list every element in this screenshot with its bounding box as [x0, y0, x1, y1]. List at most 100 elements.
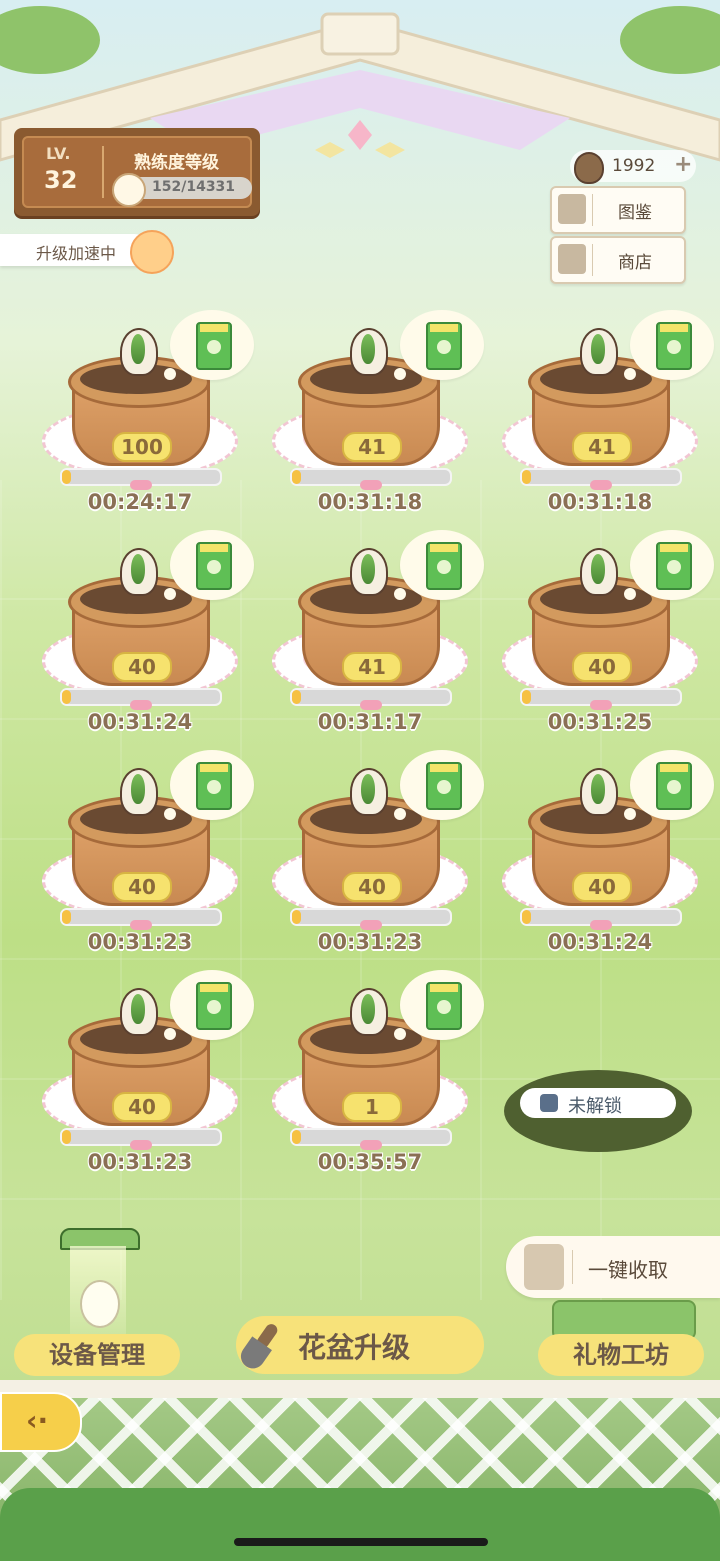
pot-level-badge: 40 [572, 652, 632, 682]
fence-rail [0, 1380, 720, 1398]
pot-level-badge: 40 [112, 652, 172, 682]
growth-timer: 00:31:23 [87, 1150, 193, 1174]
pot-level-badge: 1 [342, 1092, 402, 1122]
shovel-icon [524, 1244, 564, 1290]
flower-pot[interactable]: 40 00:31:24 [502, 750, 714, 958]
growth-timer: 00:31:17 [317, 710, 423, 734]
growth-timer: 00:31:24 [547, 930, 653, 954]
light-bulb-icon [80, 1280, 120, 1328]
growth-progress-fill [522, 690, 532, 704]
seed-packet-icon [426, 322, 462, 370]
ribbon-bow-icon [360, 1140, 382, 1150]
seed-sprout-icon [580, 768, 618, 816]
seed-request-bubble[interactable] [394, 310, 484, 380]
harvest-all-button[interactable]: 一键收取 [506, 1236, 720, 1298]
seed-request-bubble[interactable] [394, 530, 484, 600]
flower-pot[interactable]: 41 00:31:18 [502, 310, 714, 518]
button-divider [592, 194, 593, 226]
back-button[interactable]: ‹· [0, 1392, 82, 1452]
home-indicator[interactable] [234, 1538, 488, 1546]
seed-sprout-icon [350, 768, 388, 816]
add-currency-button[interactable]: + [674, 152, 692, 177]
ribbon-bow-icon [360, 480, 382, 490]
seed-sprout-icon [580, 548, 618, 596]
character-avatar-icon[interactable] [130, 230, 174, 274]
ribbon-bow-icon [130, 480, 152, 490]
pot-level-badge: 40 [112, 872, 172, 902]
growth-progress-fill [292, 1130, 302, 1144]
flower-pot[interactable]: 41 00:31:17 [272, 530, 484, 738]
growth-progress-fill [62, 910, 72, 924]
growth-timer: 00:31:24 [87, 710, 193, 734]
pot-level-badge: 41 [342, 432, 402, 462]
back-arrow-icon: ‹· [26, 1404, 49, 1437]
ribbon-bow-icon [130, 700, 152, 710]
ribbon-bow-icon [360, 700, 382, 710]
seed-request-bubble[interactable] [624, 310, 714, 380]
pot-upgrade-label: 花盆升级 [298, 1331, 411, 1364]
gift-workshop-button[interactable]: 礼物工坊 [538, 1334, 704, 1376]
mastery-title: 熟练度等级 [134, 153, 219, 173]
growth-timer: 00:35:57 [317, 1150, 423, 1174]
seed-packet-icon [426, 982, 462, 1030]
seed-sprout-icon [120, 768, 158, 816]
hedge [0, 1488, 720, 1561]
flower-pot[interactable]: 41 00:31:18 [272, 310, 484, 518]
harvest-all-label: 一键收取 [588, 1258, 668, 1282]
lock-icon [540, 1094, 558, 1112]
growth-timer: 00:31:23 [317, 930, 423, 954]
pot-level-badge: 41 [342, 652, 402, 682]
collection-button[interactable]: 图鉴 [550, 186, 686, 234]
ribbon-bow-icon [590, 700, 612, 710]
flower-pot[interactable]: 40 00:31:25 [502, 530, 714, 738]
shop-button[interactable]: 商店 [550, 236, 686, 284]
level-panel[interactable]: LV. 32 熟练度等级 152/14331 [14, 128, 260, 216]
pot-level-badge: 40 [112, 1092, 172, 1122]
ribbon-bow-icon [360, 920, 382, 930]
seed-sprout-icon [120, 988, 158, 1036]
speedup-badge[interactable]: 升级加速中 [0, 234, 150, 266]
seed-request-bubble[interactable] [624, 750, 714, 820]
flower-pot[interactable]: 40 00:31:23 [42, 750, 254, 958]
device-management-button[interactable]: 设备管理 [14, 1334, 180, 1376]
growth-progress-fill [522, 470, 532, 484]
seed-request-bubble[interactable] [624, 530, 714, 600]
locked-pot-slot[interactable]: 未解锁 [504, 1070, 692, 1152]
seed-request-bubble[interactable] [394, 970, 484, 1040]
seed-packet-icon [426, 542, 462, 590]
seed-packet-icon [196, 762, 232, 810]
seed-packet-icon [196, 542, 232, 590]
grow-lamp[interactable] [60, 1228, 140, 1346]
seed-request-bubble[interactable] [164, 530, 254, 600]
growth-timer: 00:31:18 [547, 490, 653, 514]
growth-progress-fill [62, 690, 72, 704]
pot-level-badge: 40 [572, 872, 632, 902]
seed-request-bubble[interactable] [394, 750, 484, 820]
growth-timer: 00:31:25 [547, 710, 653, 734]
level-value: 32 [44, 166, 78, 194]
trowel-icon [227, 1313, 291, 1380]
flower-pot[interactable]: 100 00:24:17 [42, 310, 254, 518]
mastery-progress-bar: 152/14331 [112, 173, 252, 207]
pot-upgrade-button[interactable]: 花盆升级 [236, 1316, 484, 1374]
shop-icon [558, 244, 586, 274]
growth-progress-fill [522, 910, 532, 924]
growth-timer: 00:24:17 [87, 490, 193, 514]
seed-sprout-icon [580, 328, 618, 376]
ribbon-bow-icon [590, 920, 612, 930]
seed-request-bubble[interactable] [164, 750, 254, 820]
ribbon-bow-icon [130, 1140, 152, 1150]
flower-pot[interactable]: 40 00:31:24 [42, 530, 254, 738]
seed-packet-icon [196, 322, 232, 370]
flower-pot[interactable]: 1 00:35:57 [272, 970, 484, 1178]
seed-request-bubble[interactable] [164, 970, 254, 1040]
mastery-progress-text: 152/14331 [152, 179, 236, 195]
seed-packet-icon [656, 542, 692, 590]
flower-pot[interactable]: 40 00:31:23 [42, 970, 254, 1178]
ribbon-bow-icon [130, 920, 152, 930]
flower-pot[interactable]: 40 00:31:23 [272, 750, 484, 958]
currency-value: 1992 [612, 156, 656, 176]
seed-request-bubble[interactable] [164, 310, 254, 380]
book-icon [558, 194, 586, 224]
seed-sprout-icon [350, 548, 388, 596]
